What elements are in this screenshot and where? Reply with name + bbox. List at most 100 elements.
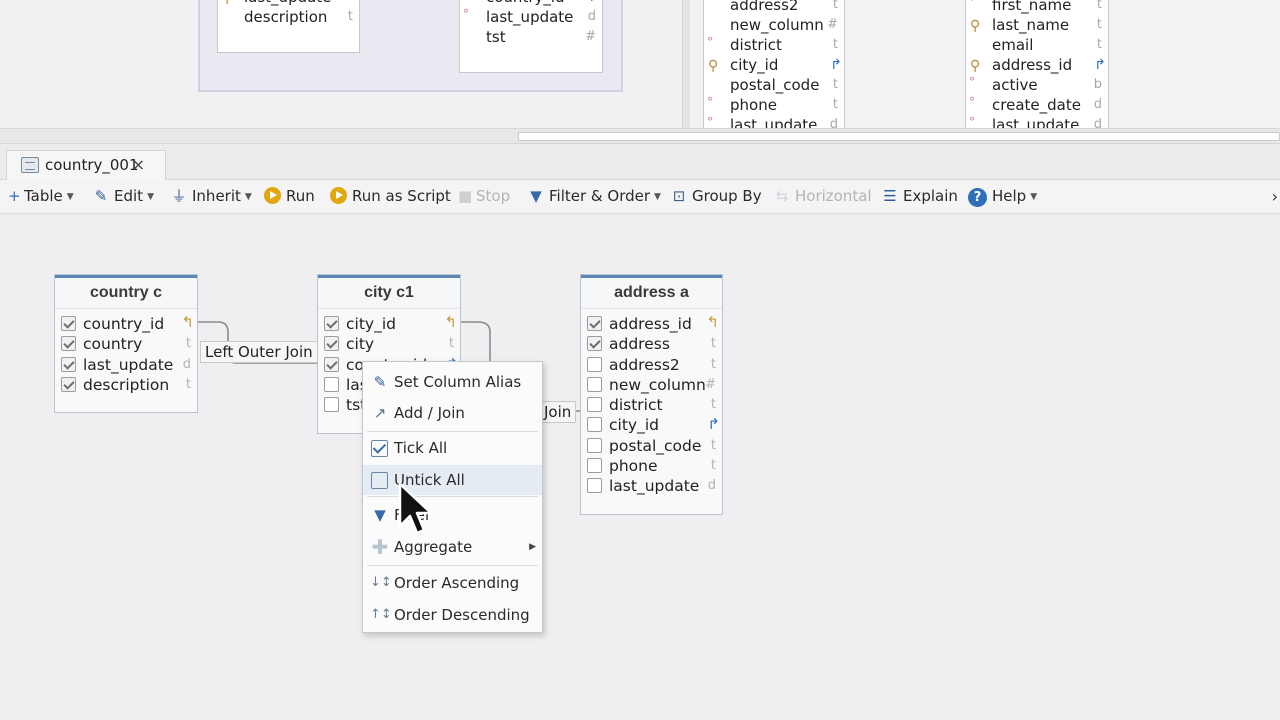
- column-checkbox[interactable]: [587, 478, 602, 494]
- query-toolbar: + Table ▼ ✎ Edit ▼ ⏚ Inherit ▼ Run Run as Scri…: [0, 180, 1280, 214]
- group-by-button[interactable]: ⊡ Group By: [670, 180, 762, 214]
- explain-button[interactable]: ☰ Explain: [881, 180, 958, 214]
- column-checkbox[interactable]: [324, 356, 339, 372]
- column-row[interactable]: country_id ↰: [55, 313, 197, 334]
- mini-row[interactable]: email t: [966, 35, 1108, 55]
- menu-item-tick-all[interactable]: Tick All: [363, 433, 542, 463]
- column-row[interactable]: last_updated: [581, 476, 722, 496]
- column-checkbox[interactable]: [324, 336, 339, 352]
- edit-menu-button[interactable]: ✎ Edit ▼: [92, 180, 154, 214]
- menu-item-order-ascending[interactable]: ↓↕ Order Ascending: [363, 568, 542, 598]
- help-menu-button[interactable]: ? Help ▼: [968, 180, 1037, 214]
- column-checkbox[interactable]: [587, 376, 602, 392]
- table-menu-button[interactable]: + Table ▼: [8, 180, 74, 214]
- mini-row[interactable]: new_column #: [704, 15, 844, 35]
- mini-row[interactable]: ° last_update d: [704, 115, 844, 128]
- mini-row[interactable]: ° district t: [704, 35, 844, 55]
- toolbar-overflow-icon[interactable]: ›: [1272, 180, 1278, 213]
- run-button[interactable]: Run: [264, 180, 315, 214]
- column-checkbox[interactable]: [587, 316, 602, 331]
- column-checkbox[interactable]: [587, 356, 602, 372]
- column-row[interactable]: last_updated: [55, 355, 197, 375]
- column-checkbox[interactable]: [61, 316, 76, 331]
- tab-country-001[interactable]: country_001 ×: [6, 150, 166, 180]
- menu-item-order-descending[interactable]: ↑↕ Order Descending: [363, 600, 542, 630]
- menu-item-untick-all[interactable]: Untick All: [363, 465, 542, 495]
- column-checkbox[interactable]: [324, 316, 339, 331]
- column-row[interactable]: address t: [581, 334, 722, 354]
- menu-item-aggregate[interactable]: ✚ Aggregate ▶: [363, 532, 542, 562]
- mini-row[interactable]: tst #: [460, 27, 602, 47]
- column-checkbox[interactable]: [587, 458, 602, 474]
- join-label-inner[interactable]: Join: [539, 401, 577, 423]
- mini-row[interactable]: °country_id↱: [460, 0, 602, 7]
- column-checkbox[interactable]: [587, 437, 602, 453]
- column-checkbox[interactable]: [587, 336, 602, 352]
- column-checkbox[interactable]: [61, 356, 76, 372]
- column-row[interactable]: city_id ↱: [581, 415, 722, 435]
- menu-item-add-join[interactable]: ↗ Add / Join: [363, 398, 542, 428]
- inherit-menu-button[interactable]: ⏚ Inherit ▼: [170, 180, 251, 214]
- column-row[interactable]: new_column #: [581, 375, 722, 395]
- arrow-icon: ↗: [373, 404, 387, 422]
- mini-row[interactable]: ⚲ city_id ↱: [704, 55, 844, 75]
- column-row[interactable]: city t: [318, 334, 460, 354]
- scrollbar-thumb[interactable]: [518, 132, 1280, 141]
- run-as-script-button[interactable]: Run as Script: [330, 180, 451, 214]
- mini-table-customer[interactable]: ° first_name t ⚲ last_name t email t ⚲ address…: [965, 0, 1109, 128]
- foreign-key-icon: ↱: [830, 57, 842, 73]
- mini-table[interactable]: ⚲last_updated descriptiont: [217, 0, 360, 53]
- diagram-right-pane[interactable]: address2 t new_column # ° district t ⚲ city_i…: [690, 0, 1280, 128]
- column-checkbox[interactable]: [587, 417, 602, 433]
- entity-address[interactable]: address a address_id ↰ address t address2 t…: [580, 274, 723, 515]
- query-diagram-canvas[interactable]: country c country_id ↰ country t last_upda…: [0, 215, 1280, 720]
- mini-row[interactable]: ° active b: [966, 75, 1108, 95]
- column-checkbox[interactable]: [587, 397, 602, 413]
- column-checkbox[interactable]: [61, 336, 76, 352]
- mini-row[interactable]: address2 t: [704, 0, 844, 15]
- close-icon[interactable]: ×: [132, 151, 145, 179]
- stop-button[interactable]: ■ Stop: [458, 180, 510, 214]
- mini-row[interactable]: ⚲ address_id ↱: [966, 55, 1108, 75]
- entity-title[interactable]: country c: [55, 275, 197, 309]
- column-checkbox[interactable]: [324, 376, 339, 392]
- column-checkbox[interactable]: [324, 397, 339, 413]
- horizontal-scrollbar[interactable]: [0, 128, 1280, 144]
- column-row[interactable]: address_id ↰: [581, 313, 722, 334]
- mini-row[interactable]: ° last_update d: [460, 7, 602, 27]
- foreign-key-icon: ↱: [588, 0, 600, 7]
- menu-item-filter[interactable]: ▼ Filter: [363, 500, 542, 530]
- mini-row[interactable]: ° create_date d: [966, 95, 1108, 115]
- mini-table-address[interactable]: address2 t new_column # ° district t ⚲ city_i…: [703, 0, 845, 128]
- menu-item-set-column-alias[interactable]: ✎ Set Column Alias: [363, 367, 542, 397]
- mini-table[interactable]: °country_id↱ °last_updated tst#: [459, 0, 603, 73]
- mini-row[interactable]: ⚲ last_name t: [966, 15, 1108, 35]
- mini-row[interactable]: ⚲last_updated: [218, 0, 359, 7]
- diagram-overview-pane[interactable]: ⚲last_updated descriptiont °country_id↱ …: [0, 0, 1280, 128]
- horizontal-button[interactable]: ⇆ Horizontal: [773, 180, 872, 214]
- column-row[interactable]: description t: [55, 375, 197, 395]
- column-checkbox[interactable]: [61, 376, 76, 392]
- mini-row[interactable]: ° last_update d: [966, 115, 1108, 128]
- column-row[interactable]: district t: [581, 395, 722, 415]
- menu-separator: [367, 496, 538, 497]
- chevron-down-icon: ▼: [1030, 192, 1038, 202]
- pane-splitter[interactable]: [682, 0, 690, 128]
- diagram-left-pane[interactable]: ⚲last_updated descriptiont °country_id↱ …: [0, 0, 682, 128]
- entity-title[interactable]: address a: [581, 275, 722, 309]
- entity-country[interactable]: country c country_id ↰ country t last_upda…: [54, 274, 198, 413]
- mini-row[interactable]: ° phone t: [704, 95, 844, 115]
- column-row[interactable]: postal_code t: [581, 436, 722, 456]
- mini-row[interactable]: description t: [218, 7, 359, 27]
- filter-order-button[interactable]: ▼ Filter & Order ▼: [527, 180, 661, 214]
- column-row[interactable]: country t: [55, 334, 197, 354]
- entity-title[interactable]: city c1: [318, 275, 460, 309]
- mini-row[interactable]: postal_code t: [704, 75, 844, 95]
- join-label-left-outer[interactable]: Left Outer Join: [200, 341, 318, 363]
- run-script-icon: [330, 187, 347, 204]
- column-row[interactable]: address2 t: [581, 355, 722, 375]
- filter-icon: ▼: [374, 506, 386, 524]
- column-row[interactable]: phone t: [581, 456, 722, 476]
- mini-row[interactable]: ° first_name t: [966, 0, 1108, 15]
- column-row[interactable]: city_id ↰: [318, 313, 460, 334]
